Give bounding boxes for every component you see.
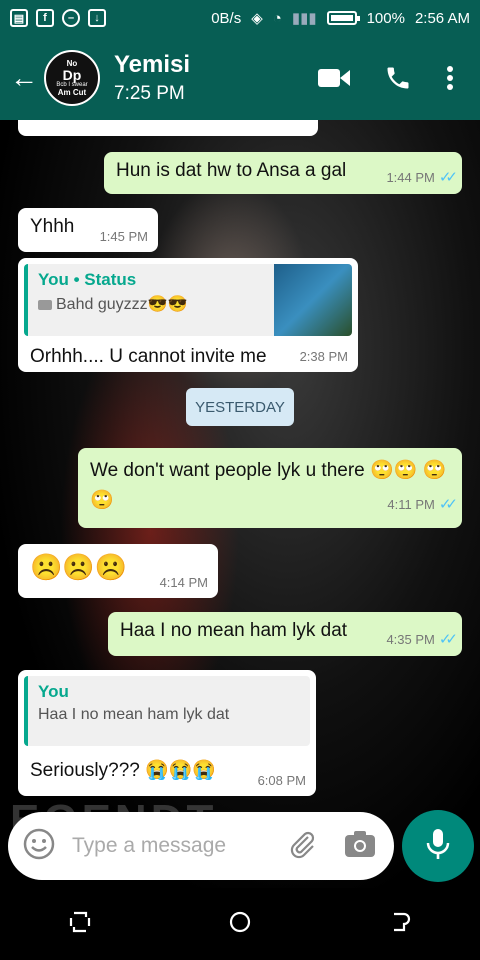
message-time: 4:11 PM ✓✓ bbox=[387, 496, 458, 513]
vibrate-icon: ◈ bbox=[251, 10, 263, 27]
camera-small-icon bbox=[38, 299, 52, 310]
back-nav-icon[interactable] bbox=[388, 910, 412, 939]
quoted-message[interactable]: You Haa I no mean ham lyk dat bbox=[24, 676, 310, 746]
message-bubble[interactable]: Haa I no mean ham lyk dat 4:35 PM ✓✓ bbox=[108, 612, 462, 656]
avatar[interactable]: No Dp Bcb I swear Am Cut bbox=[44, 50, 100, 106]
message-text: Yhhh bbox=[30, 216, 75, 237]
message-bubble-reply[interactable]: You • Status Bahd guyzzz😎😎 Orhhh.... U c… bbox=[18, 258, 358, 372]
contact-info[interactable]: Yemisi 7:25 PM bbox=[114, 51, 190, 105]
download-icon: ↓ bbox=[88, 9, 106, 27]
message-composer bbox=[8, 812, 394, 880]
message-bubble-partial bbox=[18, 120, 318, 136]
more-vert-icon[interactable] bbox=[446, 65, 454, 91]
message-bubble[interactable]: Hun is dat hw to Ansa a gal 1:44 PM ✓✓ bbox=[104, 152, 462, 194]
back-arrow-icon[interactable]: ← bbox=[10, 62, 40, 94]
facebook-icon: f bbox=[36, 9, 54, 27]
message-text: Hun is dat hw to Ansa a gal bbox=[116, 160, 347, 181]
camera-icon[interactable] bbox=[344, 830, 376, 863]
message-time: 4:35 PM ✓✓ bbox=[386, 631, 458, 648]
message-bubble-reply[interactable]: You Haa I no mean ham lyk dat Seriously?… bbox=[18, 670, 316, 796]
last-seen: 7:25 PM bbox=[114, 83, 185, 104]
message-input[interactable] bbox=[72, 834, 272, 858]
read-ticks-icon: ✓✓ bbox=[438, 631, 458, 648]
message-text: Haa I no mean ham lyk dat bbox=[120, 620, 348, 641]
system-navbar bbox=[0, 888, 480, 960]
status-thumbnail bbox=[274, 264, 352, 336]
notification-icon: ▤ bbox=[10, 9, 28, 27]
emoji-icon[interactable] bbox=[22, 827, 56, 866]
chat-header: ← No Dp Bcb I swear Am Cut Yemisi 7:25 P… bbox=[0, 36, 480, 120]
message-time: 4:14 PM bbox=[159, 575, 208, 590]
contact-name: Yemisi bbox=[114, 51, 191, 78]
attach-icon[interactable] bbox=[288, 829, 318, 864]
message-text: ☹️☹️☹️ bbox=[30, 552, 128, 582]
avatar-line: Dp bbox=[62, 67, 82, 83]
quote-text: Haa I no mean ham lyk dat bbox=[38, 706, 230, 723]
clock: 2:56 AM bbox=[414, 9, 470, 27]
network-speed: 0B/s bbox=[211, 9, 242, 27]
message-time: 2:38 PM bbox=[299, 349, 348, 364]
message-time: 1:45 PM bbox=[99, 229, 148, 244]
video-call-icon[interactable] bbox=[318, 67, 350, 89]
message-bubble[interactable]: ☹️☹️☹️ 4:14 PM bbox=[18, 544, 218, 598]
recent-apps-icon[interactable] bbox=[68, 910, 92, 939]
status-bar: ▤ f – ↓ 0B/s ◈ ◔ ▮▮▮ 100% 2:56 AM bbox=[0, 0, 480, 36]
battery-percent: 100% bbox=[366, 9, 405, 27]
message-time: 6:08 PM bbox=[257, 773, 306, 788]
minus-circle-icon: – bbox=[62, 9, 80, 27]
read-ticks-icon: ✓✓ bbox=[438, 169, 458, 186]
voice-call-icon[interactable] bbox=[384, 64, 412, 92]
signal-icon: ▮▮▮ bbox=[291, 10, 317, 27]
battery-icon bbox=[326, 11, 360, 25]
date-divider: YESTERDAY bbox=[186, 388, 294, 426]
chat-area[interactable]: EGENDT Hun is dat hw to Ansa a gal 1:44 … bbox=[0, 120, 480, 888]
wifi-icon: ◔ bbox=[272, 9, 282, 27]
read-ticks-icon: ✓✓ bbox=[438, 496, 458, 513]
message-bubble[interactable]: Yhhh 1:45 PM bbox=[18, 208, 158, 252]
message-bubble[interactable]: We don't want people lyk u there 🙄🙄 🙄🙄 4… bbox=[78, 448, 462, 528]
quote-author: You bbox=[38, 682, 69, 701]
message-time: 1:44 PM ✓✓ bbox=[386, 169, 458, 186]
home-icon[interactable] bbox=[228, 910, 252, 939]
mic-icon bbox=[424, 827, 452, 866]
quoted-message[interactable]: You • Status Bahd guyzzz😎😎 bbox=[24, 264, 352, 336]
avatar-line: Am Cut bbox=[57, 88, 87, 97]
mic-button[interactable] bbox=[402, 810, 474, 882]
